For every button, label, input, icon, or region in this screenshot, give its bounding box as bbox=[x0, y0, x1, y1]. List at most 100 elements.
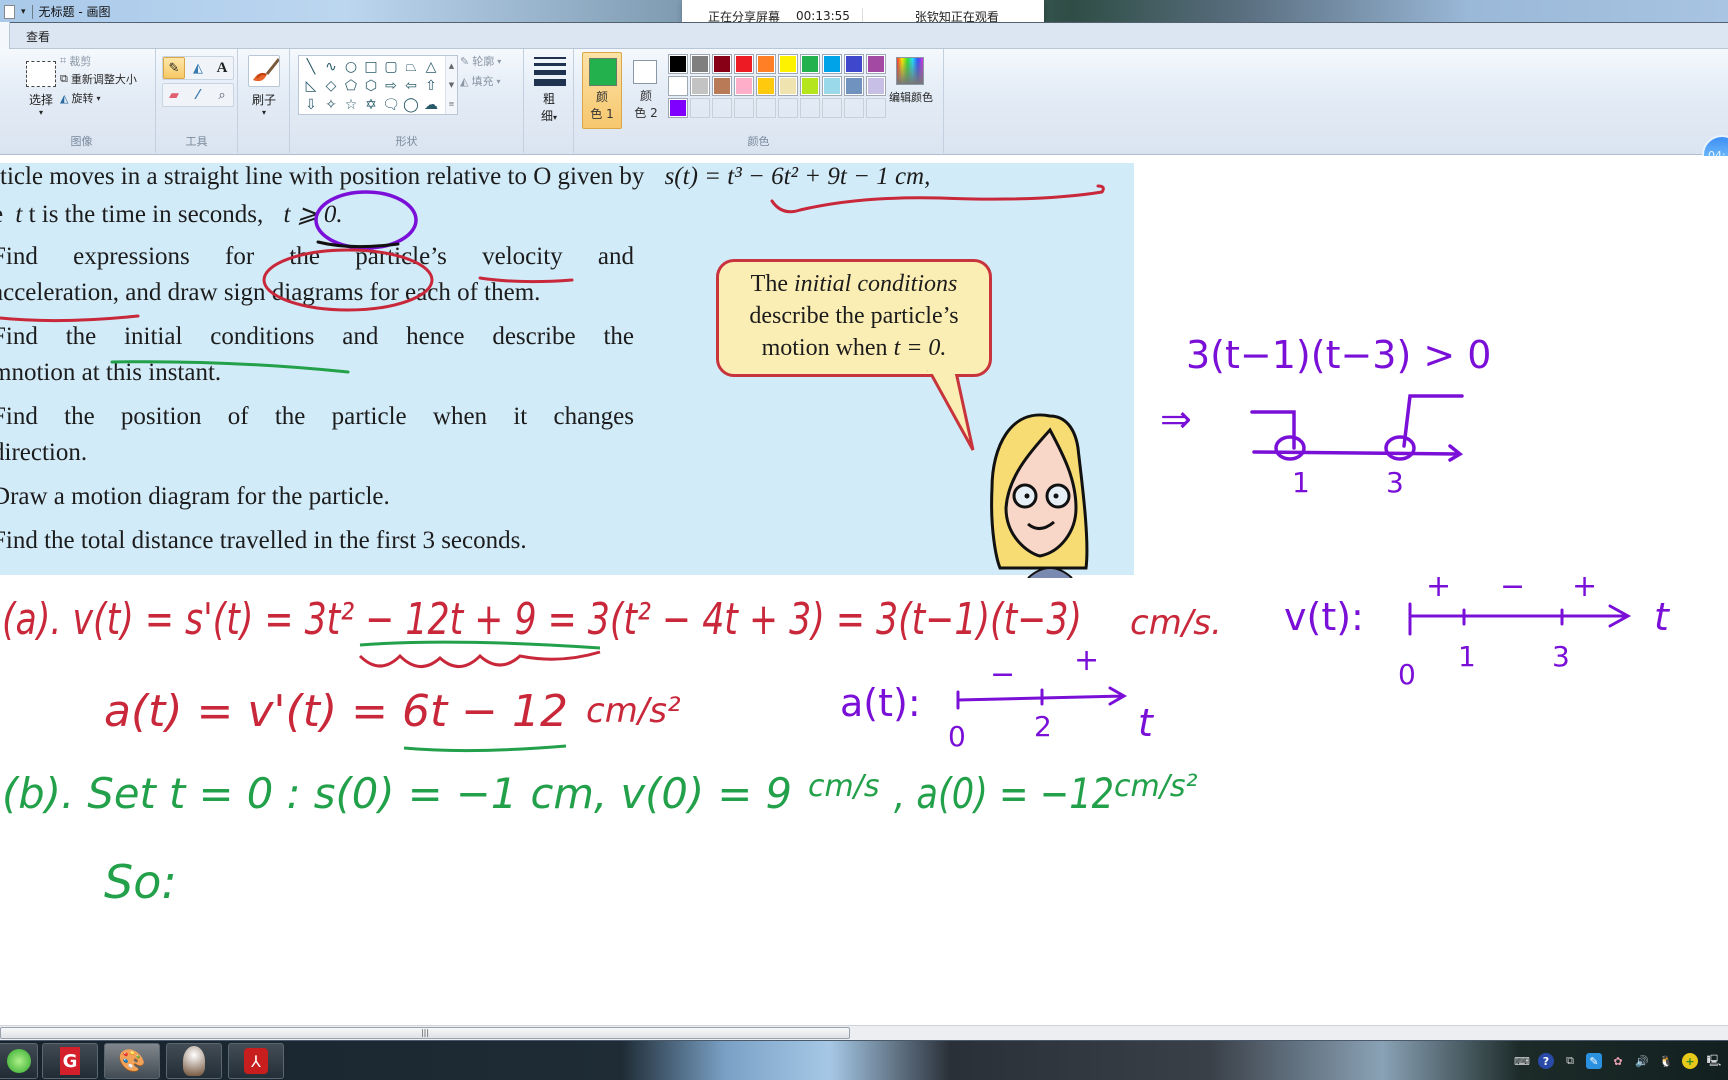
color-palette bbox=[668, 54, 886, 118]
shape-option[interactable]: ◇ bbox=[321, 76, 341, 95]
quick-access-toolbar: ▾ 无标题 - 画图 bbox=[4, 3, 111, 20]
palette-color[interactable] bbox=[690, 54, 710, 74]
edit-colors-icon[interactable] bbox=[896, 57, 924, 85]
shape-option[interactable]: ⬡ bbox=[361, 76, 381, 95]
color1-button[interactable]: 颜 色 1 bbox=[582, 52, 622, 129]
shape-option[interactable]: 🗨 bbox=[381, 95, 401, 114]
qq-icon[interactable]: 🐧 bbox=[1658, 1053, 1674, 1069]
keyboard-icon[interactable]: ⌨ bbox=[1514, 1053, 1530, 1069]
drawing-canvas[interactable]: ticle moves in a straight line with posi… bbox=[0, 156, 1728, 1026]
scroll-down-icon[interactable]: ▼ bbox=[449, 81, 454, 89]
edit-colors-button[interactable]: 编辑颜色 bbox=[886, 89, 936, 105]
quick-access-dropdown[interactable]: ▾ bbox=[21, 7, 26, 17]
palette-color[interactable] bbox=[800, 54, 820, 74]
shape-option[interactable]: ⬠ bbox=[341, 76, 361, 95]
pencil-tool[interactable]: ✎ bbox=[163, 57, 185, 79]
palette-color[interactable] bbox=[778, 54, 798, 74]
palette-color[interactable] bbox=[756, 54, 776, 74]
eraser-tool[interactable]: ▰ bbox=[163, 84, 185, 106]
color-picker-tool[interactable]: ⁄ bbox=[187, 84, 209, 106]
palette-color[interactable] bbox=[866, 54, 886, 74]
taskbar-media-button[interactable] bbox=[166, 1043, 222, 1079]
taskbar-game-button[interactable]: G bbox=[42, 1043, 98, 1079]
scrollbar-thumb[interactable]: ||| bbox=[0, 1027, 850, 1039]
rotate-button[interactable]: ◭ 旋转 ▾ bbox=[60, 90, 100, 106]
shape-option[interactable]: ╲ bbox=[301, 57, 321, 76]
add-icon[interactable]: + bbox=[1682, 1053, 1698, 1069]
palette-color[interactable] bbox=[712, 54, 732, 74]
brush-dropdown[interactable]: 刷子 ▾ bbox=[248, 91, 280, 117]
windows-icon[interactable]: ⧉ bbox=[1562, 1053, 1578, 1069]
expand-gallery-icon[interactable]: ≡ bbox=[449, 100, 455, 108]
horizontal-scrollbar[interactable]: ||| bbox=[0, 1025, 1728, 1040]
outline-button[interactable]: ✎ 轮廓 ▾ bbox=[460, 53, 501, 69]
shape-option[interactable]: ⇨ bbox=[381, 76, 401, 95]
palette-empty-slot[interactable] bbox=[712, 98, 732, 118]
palette-color[interactable] bbox=[756, 76, 776, 96]
scroll-up-icon[interactable]: ▲ bbox=[449, 62, 454, 70]
outline-label: 轮廓 bbox=[472, 55, 495, 68]
palette-color[interactable] bbox=[668, 76, 688, 96]
shape-option[interactable]: ∿ bbox=[321, 57, 341, 76]
fill-button[interactable]: ◭ 填充 ▾ bbox=[460, 73, 500, 89]
palette-empty-slot[interactable] bbox=[866, 98, 886, 118]
shape-option[interactable]: ✡ bbox=[361, 95, 381, 114]
select-icon[interactable] bbox=[26, 61, 56, 87]
palette-color[interactable] bbox=[822, 54, 842, 74]
flower-icon[interactable]: ✿ bbox=[1610, 1053, 1626, 1069]
palette-color[interactable] bbox=[690, 76, 710, 96]
palette-color[interactable] bbox=[844, 76, 864, 96]
help-icon[interactable]: ? bbox=[1538, 1053, 1554, 1069]
shape-option[interactable]: △ bbox=[421, 57, 441, 76]
palette-color[interactable] bbox=[712, 76, 732, 96]
taskbar-pdf-button[interactable]: ⅄ bbox=[228, 1043, 284, 1079]
shape-option[interactable]: ⇧ bbox=[421, 76, 441, 95]
shape-option[interactable]: □ bbox=[361, 57, 381, 76]
size-icon[interactable] bbox=[534, 57, 566, 90]
tab-home[interactable] bbox=[0, 22, 10, 50]
fill-tool[interactable]: ◭ bbox=[187, 57, 209, 79]
select-button[interactable]: 选择 ▾ bbox=[22, 91, 60, 117]
size-button[interactable]: 粗 细▾ bbox=[536, 91, 562, 126]
volume-icon[interactable]: 🔊 bbox=[1634, 1053, 1650, 1069]
palette-empty-slot[interactable] bbox=[778, 98, 798, 118]
palette-empty-slot[interactable] bbox=[734, 98, 754, 118]
shape-option[interactable]: ☁ bbox=[421, 95, 441, 114]
palette-color[interactable] bbox=[866, 76, 886, 96]
shape-option[interactable]: ☆ bbox=[341, 95, 361, 114]
shape-option[interactable]: ◺ bbox=[301, 76, 321, 95]
palette-color[interactable] bbox=[822, 76, 842, 96]
shapes-scroll[interactable]: ▲ ▼ ≡ bbox=[445, 56, 457, 114]
shape-option[interactable]: ◯ bbox=[401, 95, 421, 114]
palette-empty-slot[interactable] bbox=[800, 98, 820, 118]
taskbar-ie-button[interactable] bbox=[0, 1043, 38, 1079]
crop-button[interactable]: ⌗ 裁剪 bbox=[60, 53, 91, 69]
shape-option[interactable]: ▢ bbox=[381, 57, 401, 76]
palette-color[interactable] bbox=[844, 54, 864, 74]
palette-empty-slot[interactable] bbox=[844, 98, 864, 118]
palette-color[interactable] bbox=[778, 76, 798, 96]
palette-color[interactable] bbox=[734, 54, 754, 74]
pen-icon[interactable]: ✎ bbox=[1586, 1053, 1602, 1069]
text-tool[interactable]: A bbox=[211, 57, 233, 79]
palette-color[interactable] bbox=[734, 76, 754, 96]
shape-option[interactable]: ⏢ bbox=[401, 57, 421, 76]
palette-color[interactable] bbox=[668, 54, 688, 74]
document-icon[interactable] bbox=[4, 4, 15, 19]
palette-empty-slot[interactable] bbox=[822, 98, 842, 118]
palette-color[interactable] bbox=[668, 98, 688, 118]
shape-option[interactable]: ✧ bbox=[321, 95, 341, 114]
shape-option[interactable]: ⇦ bbox=[401, 76, 421, 95]
palette-empty-slot[interactable] bbox=[756, 98, 776, 118]
magnifier-tool[interactable]: ⌕ bbox=[211, 84, 233, 106]
color2-button[interactable]: 颜 色 2 bbox=[628, 52, 664, 129]
shape-option[interactable]: ⇩ bbox=[301, 95, 321, 114]
palette-color[interactable] bbox=[800, 76, 820, 96]
taskbar-paint-button[interactable]: 🎨 bbox=[104, 1043, 160, 1079]
resize-button[interactable]: ⧉ 重新调整大小 bbox=[60, 71, 137, 87]
palette-empty-slot[interactable] bbox=[690, 98, 710, 118]
shape-option[interactable]: ○ bbox=[341, 57, 361, 76]
brush-button[interactable] bbox=[248, 55, 280, 87]
tab-view[interactable]: 查看 bbox=[18, 27, 58, 46]
network-icon[interactable]: 🖳 bbox=[1706, 1053, 1722, 1069]
